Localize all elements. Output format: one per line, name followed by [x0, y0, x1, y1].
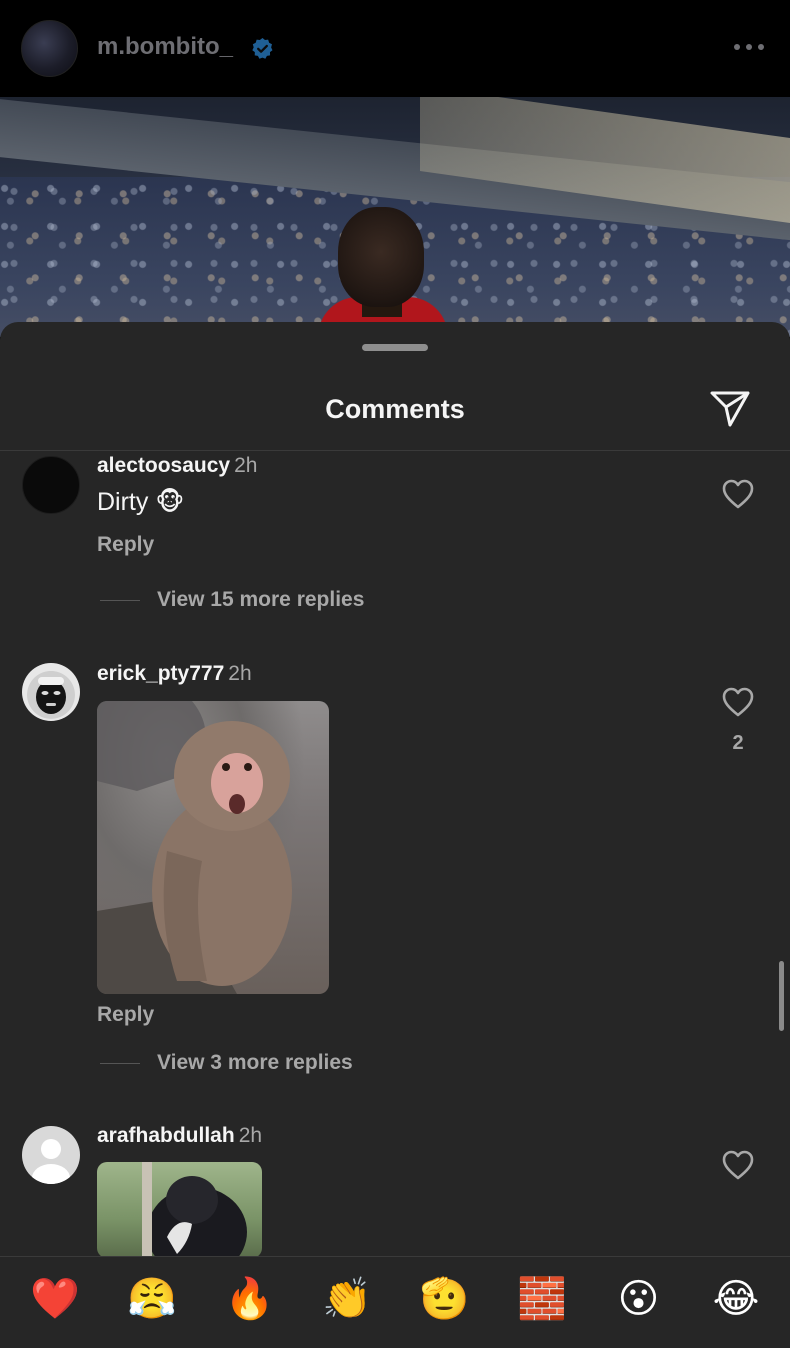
view-more-replies[interactable]: View 3 more replies	[100, 1051, 353, 1075]
author-username[interactable]: m.bombito_	[97, 33, 233, 61]
commenter-username[interactable]: erick_pty777	[97, 662, 224, 685]
default-user-icon	[32, 1139, 70, 1184]
view-more-replies[interactable]: View 15 more replies	[100, 588, 364, 612]
comment-header: arafhabdullah 2h	[97, 1124, 262, 1148]
emoji-red-heart[interactable]: ❤️	[30, 1275, 80, 1323]
like-heart-icon[interactable]	[722, 1150, 754, 1180]
commenter-username[interactable]: alectoosaucy	[97, 454, 230, 477]
author-avatar[interactable]	[21, 20, 78, 77]
like-heart-icon[interactable]	[722, 687, 754, 717]
comment-time: 2h	[238, 1124, 263, 1147]
verified-badge-icon	[252, 37, 273, 59]
comment-gif-gorilla[interactable]	[97, 1162, 262, 1258]
masked-face-icon	[36, 677, 66, 714]
comment-header: erick_pty777 2h	[97, 662, 252, 686]
emoji-reaction-bar: ❤️ 😤 🔥 👏 🫡 🧱 😮 😂	[0, 1256, 790, 1348]
comment-time: 2h	[234, 454, 258, 477]
post-photo	[0, 97, 790, 337]
view-more-replies-label: View 3 more replies	[157, 1051, 353, 1074]
comment-header: alectoosaucy 2h	[97, 454, 257, 478]
emoji-surprised-face[interactable]: 😮	[615, 1275, 663, 1323]
emoji-saluting-face[interactable]: 🫡	[420, 1275, 470, 1323]
comment-text: Dirty 🐵	[97, 488, 185, 516]
player-head	[338, 207, 424, 307]
like-count: 2	[732, 732, 744, 754]
reply-button[interactable]: Reply	[97, 1003, 154, 1027]
commenter-avatar[interactable]	[22, 663, 80, 721]
comment-list: alectoosaucy 2h Dirty 🐵 Reply View 15 mor…	[0, 322, 790, 1348]
gorilla-image	[142, 1162, 247, 1258]
emoji-fire[interactable]: 🔥	[225, 1275, 275, 1323]
emoji-tears-of-joy[interactable]: 😂	[712, 1275, 760, 1323]
emoji-steam-face[interactable]: 😤	[127, 1275, 177, 1323]
commenter-username[interactable]: arafhabdullah	[97, 1124, 235, 1147]
post-header: m.bombito_	[0, 0, 790, 97]
reply-thread-line	[100, 599, 140, 601]
like-heart-icon[interactable]	[722, 479, 754, 509]
reply-thread-line	[100, 1062, 140, 1064]
emoji-clapping-hands[interactable]: 👏	[322, 1275, 372, 1323]
comments-sheet: Comments alectoosaucy 2h Dirty 🐵 Reply Vi…	[0, 322, 790, 1348]
shocked-monkey-image	[97, 701, 292, 994]
emoji-brick[interactable]: 🧱	[517, 1275, 567, 1323]
more-options-icon[interactable]	[734, 44, 764, 52]
reply-button[interactable]: Reply	[97, 533, 154, 557]
commenter-avatar[interactable]	[22, 456, 80, 514]
scrollbar[interactable]	[779, 961, 784, 1031]
commenter-avatar[interactable]	[22, 1126, 80, 1184]
comment-gif-monkey[interactable]	[97, 701, 329, 994]
view-more-replies-label: View 15 more replies	[157, 588, 365, 611]
comment-time: 2h	[228, 662, 252, 685]
